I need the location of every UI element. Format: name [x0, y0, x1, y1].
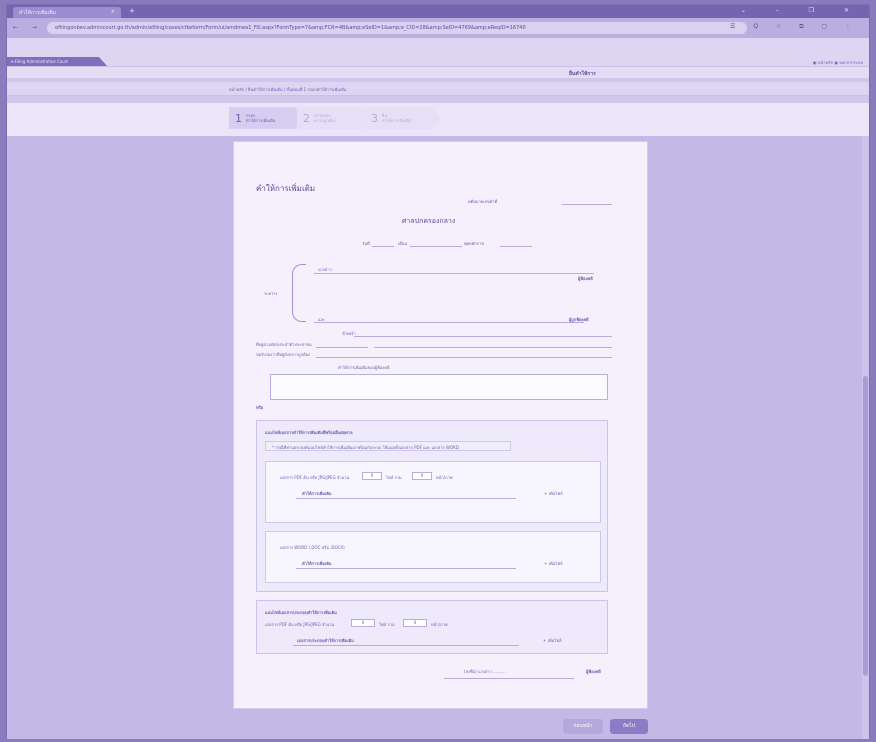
step-number: 2: [303, 111, 310, 125]
add-evidence-button[interactable]: + เพิ่มไฟล์: [543, 637, 562, 644]
pdf-pages-unit: หน้า/ภาพ: [436, 475, 453, 480]
name-field[interactable]: [354, 336, 612, 337]
breadcrumb[interactable]: หน้าหลัก / ยื่นคำให้การเพิ่มเติม / ขั้นต…: [229, 86, 346, 93]
next-button[interactable]: ถัดไป: [610, 719, 648, 734]
between-label: ระหว่าง: [264, 291, 278, 296]
pdf-item-line: [296, 498, 516, 499]
case-no-field[interactable]: [562, 204, 612, 205]
new-tab-button[interactable]: +: [129, 7, 135, 15]
pdf-label: เอกสาร PDF ต้น หรือ JPG/JPEG จำนวน: [280, 475, 350, 480]
attach-section: แนบไฟล์เอกสารคำให้การเพิ่มเติมที่พร้อมยื…: [256, 420, 608, 592]
scroll-thumb[interactable]: [863, 376, 868, 676]
pdf-files-label: ไฟล์ รวม: [386, 475, 402, 480]
pdf-count-input[interactable]: 0: [362, 472, 382, 480]
word-upload-box: เอกสาร WORD (.DOC หรือ .DOCX) คำให้การเพ…: [265, 531, 601, 583]
contact-field[interactable]: [316, 357, 612, 358]
tab-title: คำให้การเพิ่มเติม: [19, 10, 56, 16]
close-tab-icon[interactable]: ×: [111, 9, 115, 15]
attach-section-title: แนบไฟล์เอกสารคำให้การเพิ่มเติมที่พร้อมยื…: [265, 430, 353, 435]
evidence-pages-input[interactable]: 0: [403, 619, 427, 627]
step-number: 1: [235, 111, 242, 125]
date-month-field[interactable]: [410, 246, 462, 247]
browser-window: คำให้การเพิ่มเติม × + ⌄ – ❐ ✕ ← → C efil…: [6, 4, 870, 739]
step-3[interactable]: 3 ยื่น คำให้การเพิ่มเติม: [365, 107, 440, 129]
evidence-count-input[interactable]: 0: [351, 619, 375, 627]
case-no-label: คดีหมายเลขดำที่: [468, 199, 498, 204]
url-input[interactable]: efilingonbev.admincourt.go.th/admin/efil…: [47, 22, 747, 34]
pdf-item-label: คำให้การเพิ่มเติม: [302, 491, 332, 496]
step-label: ยื่น คำให้การเพิ่มเติม: [382, 113, 412, 123]
evidence-label: เอกสาร PDF ต้น หรือ JPG/JPEG จำนวน: [265, 622, 335, 627]
address-bar-row: ← → C efilingonbev.admincourt.go.th/admi…: [7, 18, 869, 38]
tab-strip: คำให้การเพิ่มเติม × + ⌄ – ❐ ✕: [7, 5, 869, 18]
court-name: ศาลปกครองกลาง: [402, 217, 456, 225]
statement-textarea[interactable]: [270, 374, 608, 400]
plaintiff-field[interactable]: [314, 273, 594, 274]
address-field-1[interactable]: [316, 347, 368, 348]
signer-role: ผู้ฟ้องคดี: [586, 669, 601, 674]
user-links[interactable]: ▣ หน้าหลัก ▣ ออกจากระบบ: [813, 59, 863, 66]
date-day-field[interactable]: [372, 246, 394, 247]
evidence-pages-unit: หน้า/ภาพ: [431, 622, 448, 627]
date-year-label: พุทธศักราช: [464, 241, 484, 246]
step-label: กรอก คำให้การเพิ่มเติม: [246, 113, 276, 123]
or-label: หรือ: [256, 405, 264, 410]
date-day-label: วันที่: [362, 241, 370, 246]
defendant-field[interactable]: [314, 322, 584, 323]
word-item-label: คำให้การเพิ่มเติม: [302, 561, 332, 566]
date-month-label: เดือน: [398, 241, 408, 246]
brand-logo[interactable]: e-Filing Administrative Court: [7, 57, 107, 66]
pdf-pages-input[interactable]: 0: [412, 472, 432, 480]
signer-name: (ลงชื่อ) นางสาว ..........: [464, 669, 506, 674]
evidence-item-label: เอกสารประกอบคำให้การเพิ่มเติม: [297, 638, 354, 643]
statement-label: คำให้การเพิ่มเติมของผู้ฟ้องคดี: [338, 365, 390, 370]
form-title: คำให้การเพิ่มเติม: [256, 184, 316, 193]
browser-tab[interactable]: คำให้การเพิ่มเติม ×: [13, 7, 121, 18]
browser-toolbar-icons[interactable]: ☰ Q ☆ ⧉ ▢ ⋮: [730, 23, 859, 31]
address-field-2[interactable]: [374, 347, 612, 348]
address-label: ที่อยู่ตามบัตรประจำตัวประชาชน: [256, 342, 312, 347]
party-top-name: นางสาว: [318, 267, 332, 272]
plaintiff-label: ผู้ฟ้องคดี: [578, 276, 593, 281]
attach-note: * กรณีที่ท่านประสงค์แนบไฟล์คำให้การเพิ่ม…: [265, 441, 511, 451]
scrollbar[interactable]: [862, 136, 869, 739]
form-paper: คำให้การเพิ่มเติม คดีหมายเลขดำที่ ศาลปกค…: [233, 141, 648, 709]
evidence-section-title: แนบไฟล์เอกสารประกอบคำให้การเพิ่มเติม: [265, 610, 337, 615]
stepper: 1 กรอก คำให้การเพิ่มเติม 2 ตรวจสอบ ความถ…: [7, 103, 869, 136]
pdf-upload-box: เอกสาร PDF ต้น หรือ JPG/JPEG จำนวน 0 ไฟล…: [265, 461, 601, 523]
date-year-field[interactable]: [500, 246, 532, 247]
evidence-section: แนบไฟล์เอกสารประกอบคำให้การเพิ่มเติม เอก…: [256, 600, 608, 654]
page-title: ยื่นคำให้การ: [569, 71, 596, 77]
step-1[interactable]: 1 กรอก คำให้การเพิ่มเติม: [229, 107, 304, 129]
word-label: เอกสาร WORD (.DOC หรือ .DOCX): [280, 545, 345, 550]
window-controls[interactable]: ⌄ – ❐ ✕: [741, 7, 863, 14]
step-label: ตรวจสอบ ความถูกต้อง: [314, 113, 336, 123]
breadcrumb-bar: หน้าหลัก / ยื่นคำให้การเพิ่มเติม / ขั้นต…: [7, 82, 869, 96]
evidence-item-line: [293, 645, 519, 646]
page-title-bar: ยื่นคำให้การ: [7, 66, 869, 78]
contact-label: ขอรับรองว่าที่อยู่ดังกล่าวถูกต้อง: [256, 352, 310, 357]
add-word-button[interactable]: + เพิ่มไฟล์: [544, 560, 563, 567]
word-item-line: [296, 568, 516, 569]
step-number: 3: [371, 111, 378, 125]
step-2[interactable]: 2 ตรวจสอบ ความถูกต้อง: [297, 107, 372, 129]
back-button[interactable]: ก่อนหน้า: [563, 719, 603, 734]
add-pdf-button[interactable]: + เพิ่มไฟล์: [544, 490, 563, 497]
evidence-files-label: ไฟล์ รวม: [379, 622, 395, 627]
signer-line: [444, 678, 574, 679]
between-brace: [292, 264, 306, 322]
defendant-label: ผู้ถูกฟ้องคดี: [569, 317, 589, 322]
